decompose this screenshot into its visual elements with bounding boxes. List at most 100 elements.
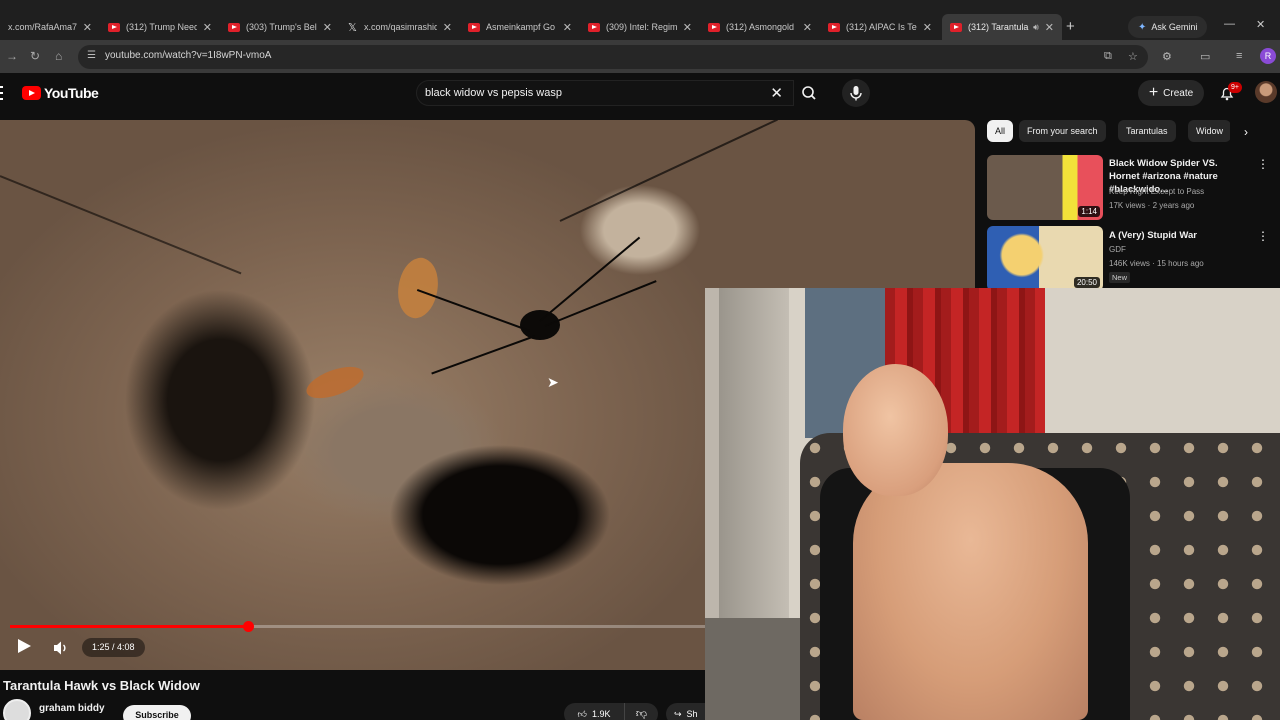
search-button[interactable]: [794, 80, 824, 106]
wasp-wing: [302, 360, 368, 405]
browser-tab[interactable]: (309) Intel: Regime ✕: [580, 14, 700, 40]
youtube-favicon-icon: [228, 22, 240, 32]
like-button[interactable]: 👍︎ 1.9K: [564, 703, 624, 720]
browser-tab[interactable]: x.com/RafaAma7/s ✕: [0, 14, 100, 40]
notification-count-badge: 9+: [1228, 82, 1242, 93]
recommendation-thumbnail[interactable]: 20:50: [987, 226, 1103, 291]
spider-leg: [416, 289, 531, 332]
recommendation-title[interactable]: A (Very) Stupid War: [1109, 229, 1249, 242]
chip-from-your-search[interactable]: From your search: [1019, 120, 1106, 142]
address-bar[interactable]: ☰ youtube.com/watch?v=1I8wPN-vmoA: [78, 45, 1148, 69]
video-duration: 1:14: [1078, 206, 1100, 217]
browser-tab[interactable]: (312) Trump Need ✕: [100, 14, 220, 40]
more-options-icon[interactable]: ⋮: [1257, 157, 1269, 171]
recommendation-thumbnail[interactable]: 1:14: [987, 155, 1103, 220]
clear-search-icon[interactable]: ✕: [770, 84, 783, 102]
share-arrow-icon: ↪: [674, 708, 682, 719]
person-torso: [853, 463, 1088, 720]
spider-leg: [539, 236, 641, 322]
youtube-favicon-icon: [588, 22, 600, 32]
new-badge: New: [1109, 272, 1131, 283]
extensions-icon[interactable]: ⚙: [1162, 50, 1172, 63]
voice-search-button[interactable]: [842, 79, 870, 107]
like-count: 1.9K: [591, 709, 611, 719]
youtube-favicon-icon: [108, 22, 120, 32]
twig: [0, 175, 242, 275]
tab-title: (312) AIPAC Is Terr: [846, 22, 917, 32]
recommendation-channel[interactable]: Keep Right Except to Pass: [1109, 187, 1204, 196]
tab-title: (312) Trump Need: [126, 22, 197, 32]
dislike-button[interactable]: 👎︎: [624, 703, 658, 720]
youtube-play-logo-icon: [22, 86, 41, 100]
create-button[interactable]: + Create: [1138, 80, 1204, 106]
browser-tab[interactable]: (312) Asmongold ✕: [700, 14, 820, 40]
tab-close-icon[interactable]: ✕: [83, 21, 92, 34]
search-query: black widow vs pepsis wasp: [425, 87, 562, 99]
browser-tab[interactable]: Asmeinkampf Go ✕: [460, 14, 580, 40]
channel-avatar[interactable]: [3, 699, 31, 720]
play-icon[interactable]: [18, 639, 31, 653]
youtube-logo[interactable]: YouTube: [22, 85, 99, 101]
plus-icon: +: [1148, 84, 1159, 101]
youtube-favicon-icon: [468, 22, 480, 32]
hamburger-menu-icon[interactable]: [0, 86, 3, 100]
tab-close-icon[interactable]: ✕: [923, 21, 932, 34]
tab-title: x.com/RafaAma7/s: [8, 22, 77, 32]
volume-icon[interactable]: [52, 639, 70, 657]
subscribe-button[interactable]: Subscribe: [123, 705, 191, 720]
sidepanel-icon[interactable]: ▭: [1200, 50, 1210, 63]
close-window-icon[interactable]: ✕: [1256, 18, 1265, 31]
time-display: 1:25 / 4:08: [82, 638, 145, 657]
recommendation-channel[interactable]: GDF: [1109, 245, 1126, 254]
recommendation-stats: 17K views · 2 years ago: [1109, 201, 1195, 210]
install-app-icon[interactable]: ⧉: [1104, 50, 1112, 63]
browser-tab-active[interactable]: (312) Tarantula 🔊︎ ✕: [942, 14, 1062, 40]
browser-tab[interactable]: (303) Trump's Belo ✕: [220, 14, 340, 40]
browser-tab[interactable]: (312) AIPAC Is Terr ✕: [820, 14, 940, 40]
site-info-icon[interactable]: ☰: [87, 50, 96, 61]
recommendation-stats: 146K views · 15 hours ago: [1109, 259, 1204, 268]
gemini-spark-icon: ✦: [1138, 21, 1147, 33]
video-duration: 20:50: [1073, 277, 1100, 288]
tab-close-icon[interactable]: ✕: [563, 21, 572, 34]
minimize-window-icon[interactable]: —: [1224, 18, 1235, 30]
search-input[interactable]: black widow vs pepsis wasp ✕: [416, 80, 794, 106]
video-title: Tarantula Hawk vs Black Widow: [3, 678, 200, 693]
share-label: Sh: [686, 709, 698, 719]
tab-close-icon[interactable]: ✕: [1045, 21, 1054, 34]
channel-name[interactable]: graham biddy: [39, 703, 105, 714]
new-tab-button[interactable]: +: [1066, 18, 1075, 35]
progress-bar-played: [10, 625, 248, 628]
browser-profile-avatar[interactable]: R: [1260, 48, 1276, 64]
more-options-icon[interactable]: ⋮: [1257, 229, 1269, 243]
browser-tab[interactable]: 𝕏 x.com/qasimrashid ✕: [340, 14, 460, 40]
tab-close-icon[interactable]: ✕: [683, 21, 692, 34]
tab-audio-icon[interactable]: 🔊︎: [1033, 22, 1039, 33]
create-label: Create: [1163, 87, 1194, 99]
wasp-wing: [388, 252, 448, 324]
home-icon[interactable]: ⌂: [55, 49, 62, 63]
progress-scrubber-handle[interactable]: [243, 621, 254, 632]
downloads-icon[interactable]: ≡: [1236, 50, 1242, 62]
x-logo-icon: 𝕏: [348, 22, 357, 34]
chip-widow[interactable]: Widow: [1188, 120, 1230, 142]
chevron-right-icon[interactable]: ›: [1244, 125, 1248, 139]
webcam-overlay: [705, 288, 1280, 720]
search-icon: [802, 86, 816, 100]
share-button[interactable]: ↪ Sh: [666, 703, 706, 720]
tab-close-icon[interactable]: ✕: [443, 21, 452, 34]
account-avatar[interactable]: [1255, 81, 1277, 103]
tab-close-icon[interactable]: ✕: [323, 21, 332, 34]
bookmark-star-icon[interactable]: ☆: [1128, 50, 1138, 63]
tab-close-icon[interactable]: ✕: [203, 21, 212, 34]
tab-close-icon[interactable]: ✕: [803, 21, 812, 34]
chip-overflow: Widow: [1188, 118, 1230, 144]
reload-icon[interactable]: ↻: [30, 49, 40, 63]
ask-gemini-label: Ask Gemini: [1151, 22, 1198, 32]
chip-tarantulas[interactable]: Tarantulas: [1118, 120, 1176, 142]
back-arrow-icon[interactable]: →: [6, 49, 18, 63]
chip-all[interactable]: All: [987, 120, 1014, 142]
ask-gemini-button[interactable]: ✦ Ask Gemini: [1128, 16, 1208, 38]
tab-title: (309) Intel: Regime: [606, 22, 677, 32]
youtube-wordmark: YouTube: [44, 85, 99, 101]
